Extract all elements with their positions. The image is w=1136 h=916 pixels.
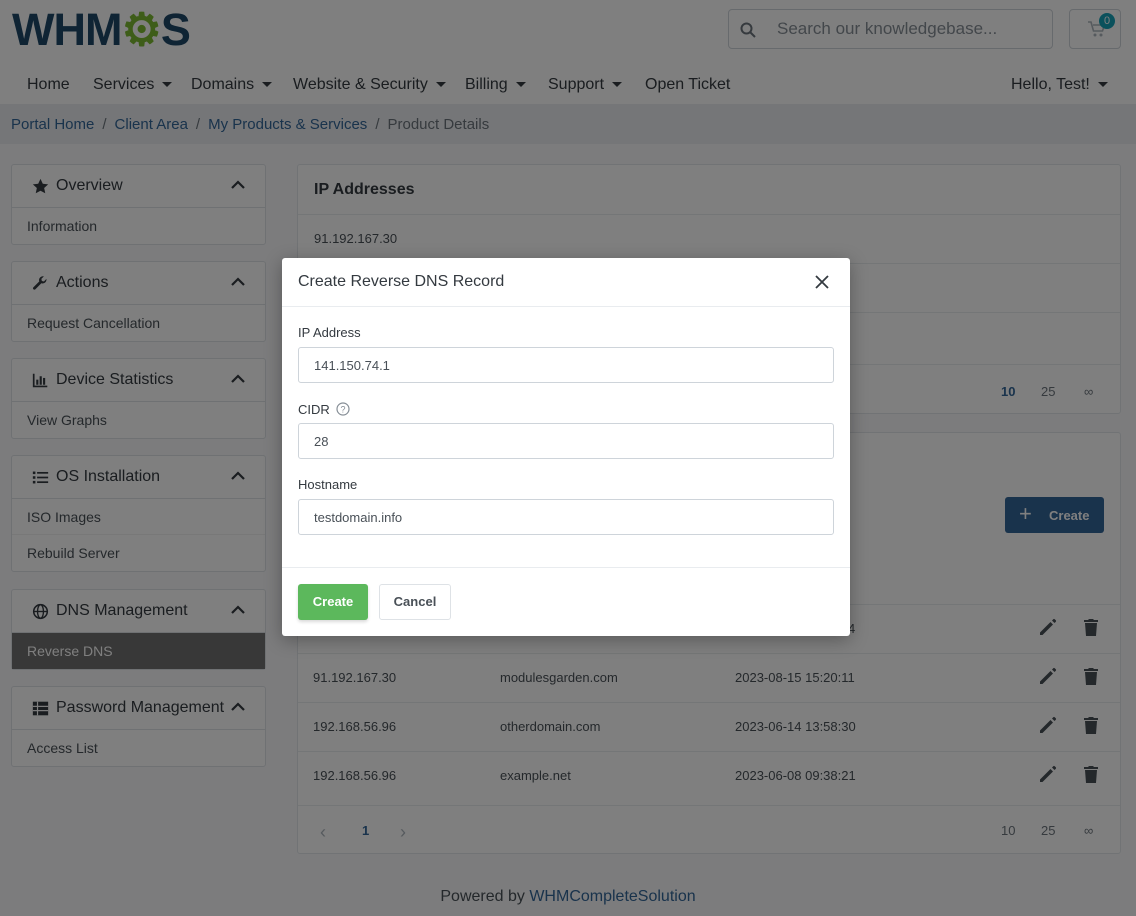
modal-create-button[interactable]: Create (298, 584, 368, 620)
hostname-input[interactable] (298, 499, 834, 535)
close-icon[interactable] (814, 274, 830, 290)
hostname-label: Hostname (298, 477, 358, 492)
modal-cancel-button[interactable]: Cancel (379, 584, 451, 620)
modal-footer-divider (282, 567, 850, 568)
ip-address-label: IP Address (298, 325, 361, 340)
help-icon[interactable]: ? (336, 402, 350, 416)
modal-header: Create Reverse DNS Record (282, 258, 850, 307)
cidr-label: CIDR (298, 402, 330, 417)
ip-address-input[interactable] (298, 347, 834, 383)
svg-text:?: ? (340, 405, 345, 415)
create-rdns-modal: Create Reverse DNS Record IP Address CID… (282, 258, 850, 636)
cidr-input[interactable] (298, 423, 834, 459)
modal-title: Create Reverse DNS Record (298, 273, 505, 290)
